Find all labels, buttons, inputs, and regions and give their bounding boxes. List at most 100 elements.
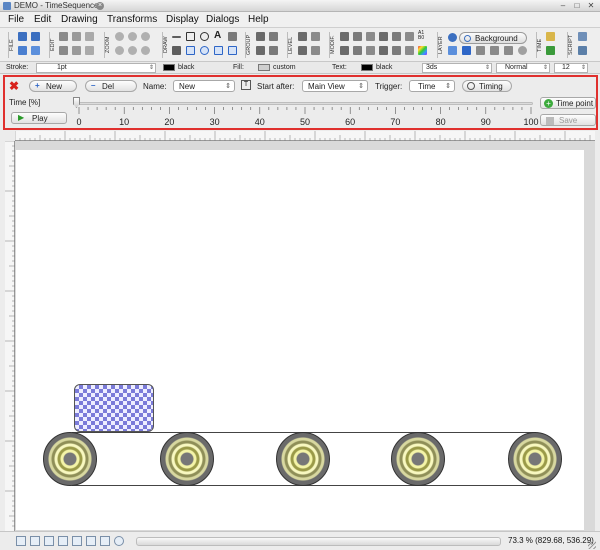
script-run-icon[interactable] bbox=[578, 46, 587, 55]
layer-options-icon[interactable] bbox=[518, 46, 527, 55]
stroke-width-spinner[interactable]: 1pt ⇕ bbox=[36, 63, 156, 73]
font-style-select[interactable]: Normal ⇕ bbox=[496, 63, 550, 73]
remove-layer-icon[interactable] bbox=[476, 46, 485, 55]
conveyor-wheel[interactable] bbox=[43, 432, 97, 486]
layer-up-icon[interactable] bbox=[490, 46, 499, 55]
duplicate-icon[interactable] bbox=[59, 46, 68, 55]
time-point-button[interactable]: + Time point bbox=[540, 97, 596, 109]
paste-icon[interactable] bbox=[85, 32, 94, 41]
polyline-tool-icon[interactable] bbox=[172, 46, 181, 55]
delete-icon[interactable] bbox=[85, 46, 94, 55]
ellipse-tool-icon[interactable] bbox=[200, 32, 209, 41]
image-tool-icon[interactable] bbox=[228, 32, 237, 41]
conveyor-wheel[interactable] bbox=[160, 432, 214, 486]
fill-color-swatch[interactable] bbox=[258, 64, 270, 71]
flip-horizontal-icon[interactable] bbox=[340, 32, 349, 41]
text-tool-icon[interactable]: A bbox=[214, 30, 223, 41]
bring-front-icon[interactable] bbox=[298, 32, 307, 41]
script-icon[interactable] bbox=[578, 32, 587, 41]
minimize-button[interactable]: – bbox=[558, 1, 568, 10]
rounded-rect-icon[interactable] bbox=[214, 46, 223, 55]
redo-icon[interactable] bbox=[31, 32, 40, 41]
text-color-swatch[interactable] bbox=[361, 64, 373, 71]
ungroup-icon[interactable] bbox=[269, 32, 278, 41]
name-combo[interactable]: New ⇕ bbox=[173, 80, 235, 92]
filled-rectangle-icon[interactable] bbox=[186, 46, 195, 55]
menu-drawing[interactable]: Drawing bbox=[61, 14, 98, 25]
send-backward-icon[interactable] bbox=[311, 46, 320, 55]
menu-file[interactable]: File bbox=[8, 14, 24, 25]
boolean-op-icon[interactable] bbox=[405, 46, 414, 55]
scale-icon[interactable] bbox=[392, 32, 401, 41]
move-icon[interactable] bbox=[366, 32, 375, 41]
time-sequence-icon[interactable] bbox=[546, 46, 555, 55]
resize-grip-icon[interactable] bbox=[588, 541, 596, 549]
arrange-icon[interactable] bbox=[392, 46, 401, 55]
add-layer-icon[interactable] bbox=[462, 46, 471, 55]
menu-transforms[interactable]: Transforms bbox=[107, 14, 157, 25]
time-wand-icon[interactable] bbox=[546, 32, 555, 41]
join-path-icon[interactable] bbox=[366, 46, 375, 55]
conveyor-wheel[interactable] bbox=[276, 432, 330, 486]
trigger-combo[interactable]: Time ⇕ bbox=[409, 80, 455, 92]
node-edit-icon[interactable] bbox=[340, 46, 349, 55]
play-button[interactable]: ▶ Play bbox=[11, 112, 67, 124]
zoom-out-icon[interactable] bbox=[128, 32, 137, 41]
start-after-combo[interactable]: Main View ⇕ bbox=[302, 80, 368, 92]
convert-icon[interactable] bbox=[379, 46, 388, 55]
zoom-fit-icon[interactable] bbox=[141, 32, 150, 41]
layer-down-icon[interactable] bbox=[504, 46, 513, 55]
stroke-color-swatch[interactable] bbox=[163, 64, 175, 71]
background-button[interactable]: Background bbox=[459, 32, 527, 44]
grid-icon[interactable] bbox=[58, 536, 68, 546]
send-back-icon[interactable] bbox=[298, 46, 307, 55]
time-slider-track[interactable] bbox=[75, 102, 533, 105]
distribute-icon[interactable] bbox=[269, 46, 278, 55]
zoom-selection-icon[interactable] bbox=[128, 46, 137, 55]
rotate-icon[interactable] bbox=[379, 32, 388, 41]
bring-forward-icon[interactable] bbox=[311, 32, 320, 41]
menu-display[interactable]: Display bbox=[166, 14, 199, 25]
align-snap-icon[interactable] bbox=[44, 536, 54, 546]
horizontal-scrollbar[interactable] bbox=[136, 537, 501, 546]
menu-help[interactable]: Help bbox=[248, 14, 269, 25]
tab-close-icon[interactable]: × bbox=[96, 2, 104, 10]
text-toggle-icon[interactable]: T bbox=[241, 80, 251, 90]
save-sequence-button[interactable]: Save bbox=[540, 114, 596, 126]
zoom-page-icon[interactable] bbox=[115, 46, 124, 55]
polygon-tool-icon[interactable] bbox=[228, 46, 237, 55]
zoom-100-icon[interactable] bbox=[141, 46, 150, 55]
maximize-button[interactable]: □ bbox=[572, 1, 582, 10]
group-icon[interactable] bbox=[256, 32, 265, 41]
copy-icon[interactable] bbox=[72, 32, 81, 41]
undo-icon[interactable] bbox=[18, 32, 27, 41]
eye-icon[interactable] bbox=[448, 33, 457, 42]
zoom-in-icon[interactable] bbox=[115, 32, 124, 41]
layer-icon[interactable] bbox=[448, 46, 457, 55]
conveyor-wheel[interactable] bbox=[391, 432, 445, 486]
angle-icon[interactable] bbox=[100, 536, 110, 546]
page-view-icon[interactable] bbox=[72, 536, 82, 546]
line-tool-icon[interactable] bbox=[172, 36, 181, 38]
filled-ellipse-icon[interactable] bbox=[200, 46, 209, 55]
color-palette-icon[interactable] bbox=[418, 46, 427, 55]
break-path-icon[interactable] bbox=[353, 46, 362, 55]
shear-icon[interactable] bbox=[405, 32, 414, 41]
font-size-spinner[interactable]: 12 ⇕ bbox=[554, 63, 588, 73]
delete-sequence-button[interactable]: – Del bbox=[85, 80, 137, 92]
cut-icon[interactable] bbox=[59, 32, 68, 41]
conveyor-wheel[interactable] bbox=[508, 432, 562, 486]
menu-edit[interactable]: Edit bbox=[34, 14, 51, 25]
rulers-icon[interactable] bbox=[86, 536, 96, 546]
align-icon[interactable] bbox=[256, 46, 265, 55]
menu-dialogs[interactable]: Dialogs bbox=[206, 14, 239, 25]
flip-vertical-icon[interactable] bbox=[353, 32, 362, 41]
checkered-block[interactable] bbox=[74, 384, 154, 432]
grid-snap-icon[interactable] bbox=[16, 536, 26, 546]
close-button[interactable]: ✕ bbox=[586, 1, 596, 10]
clone-icon[interactable] bbox=[72, 46, 81, 55]
save-as-icon[interactable] bbox=[31, 46, 40, 55]
new-sequence-button[interactable]: + New bbox=[29, 80, 77, 92]
undo-view-icon[interactable] bbox=[114, 536, 124, 546]
timing-button[interactable]: Timing bbox=[462, 80, 512, 92]
